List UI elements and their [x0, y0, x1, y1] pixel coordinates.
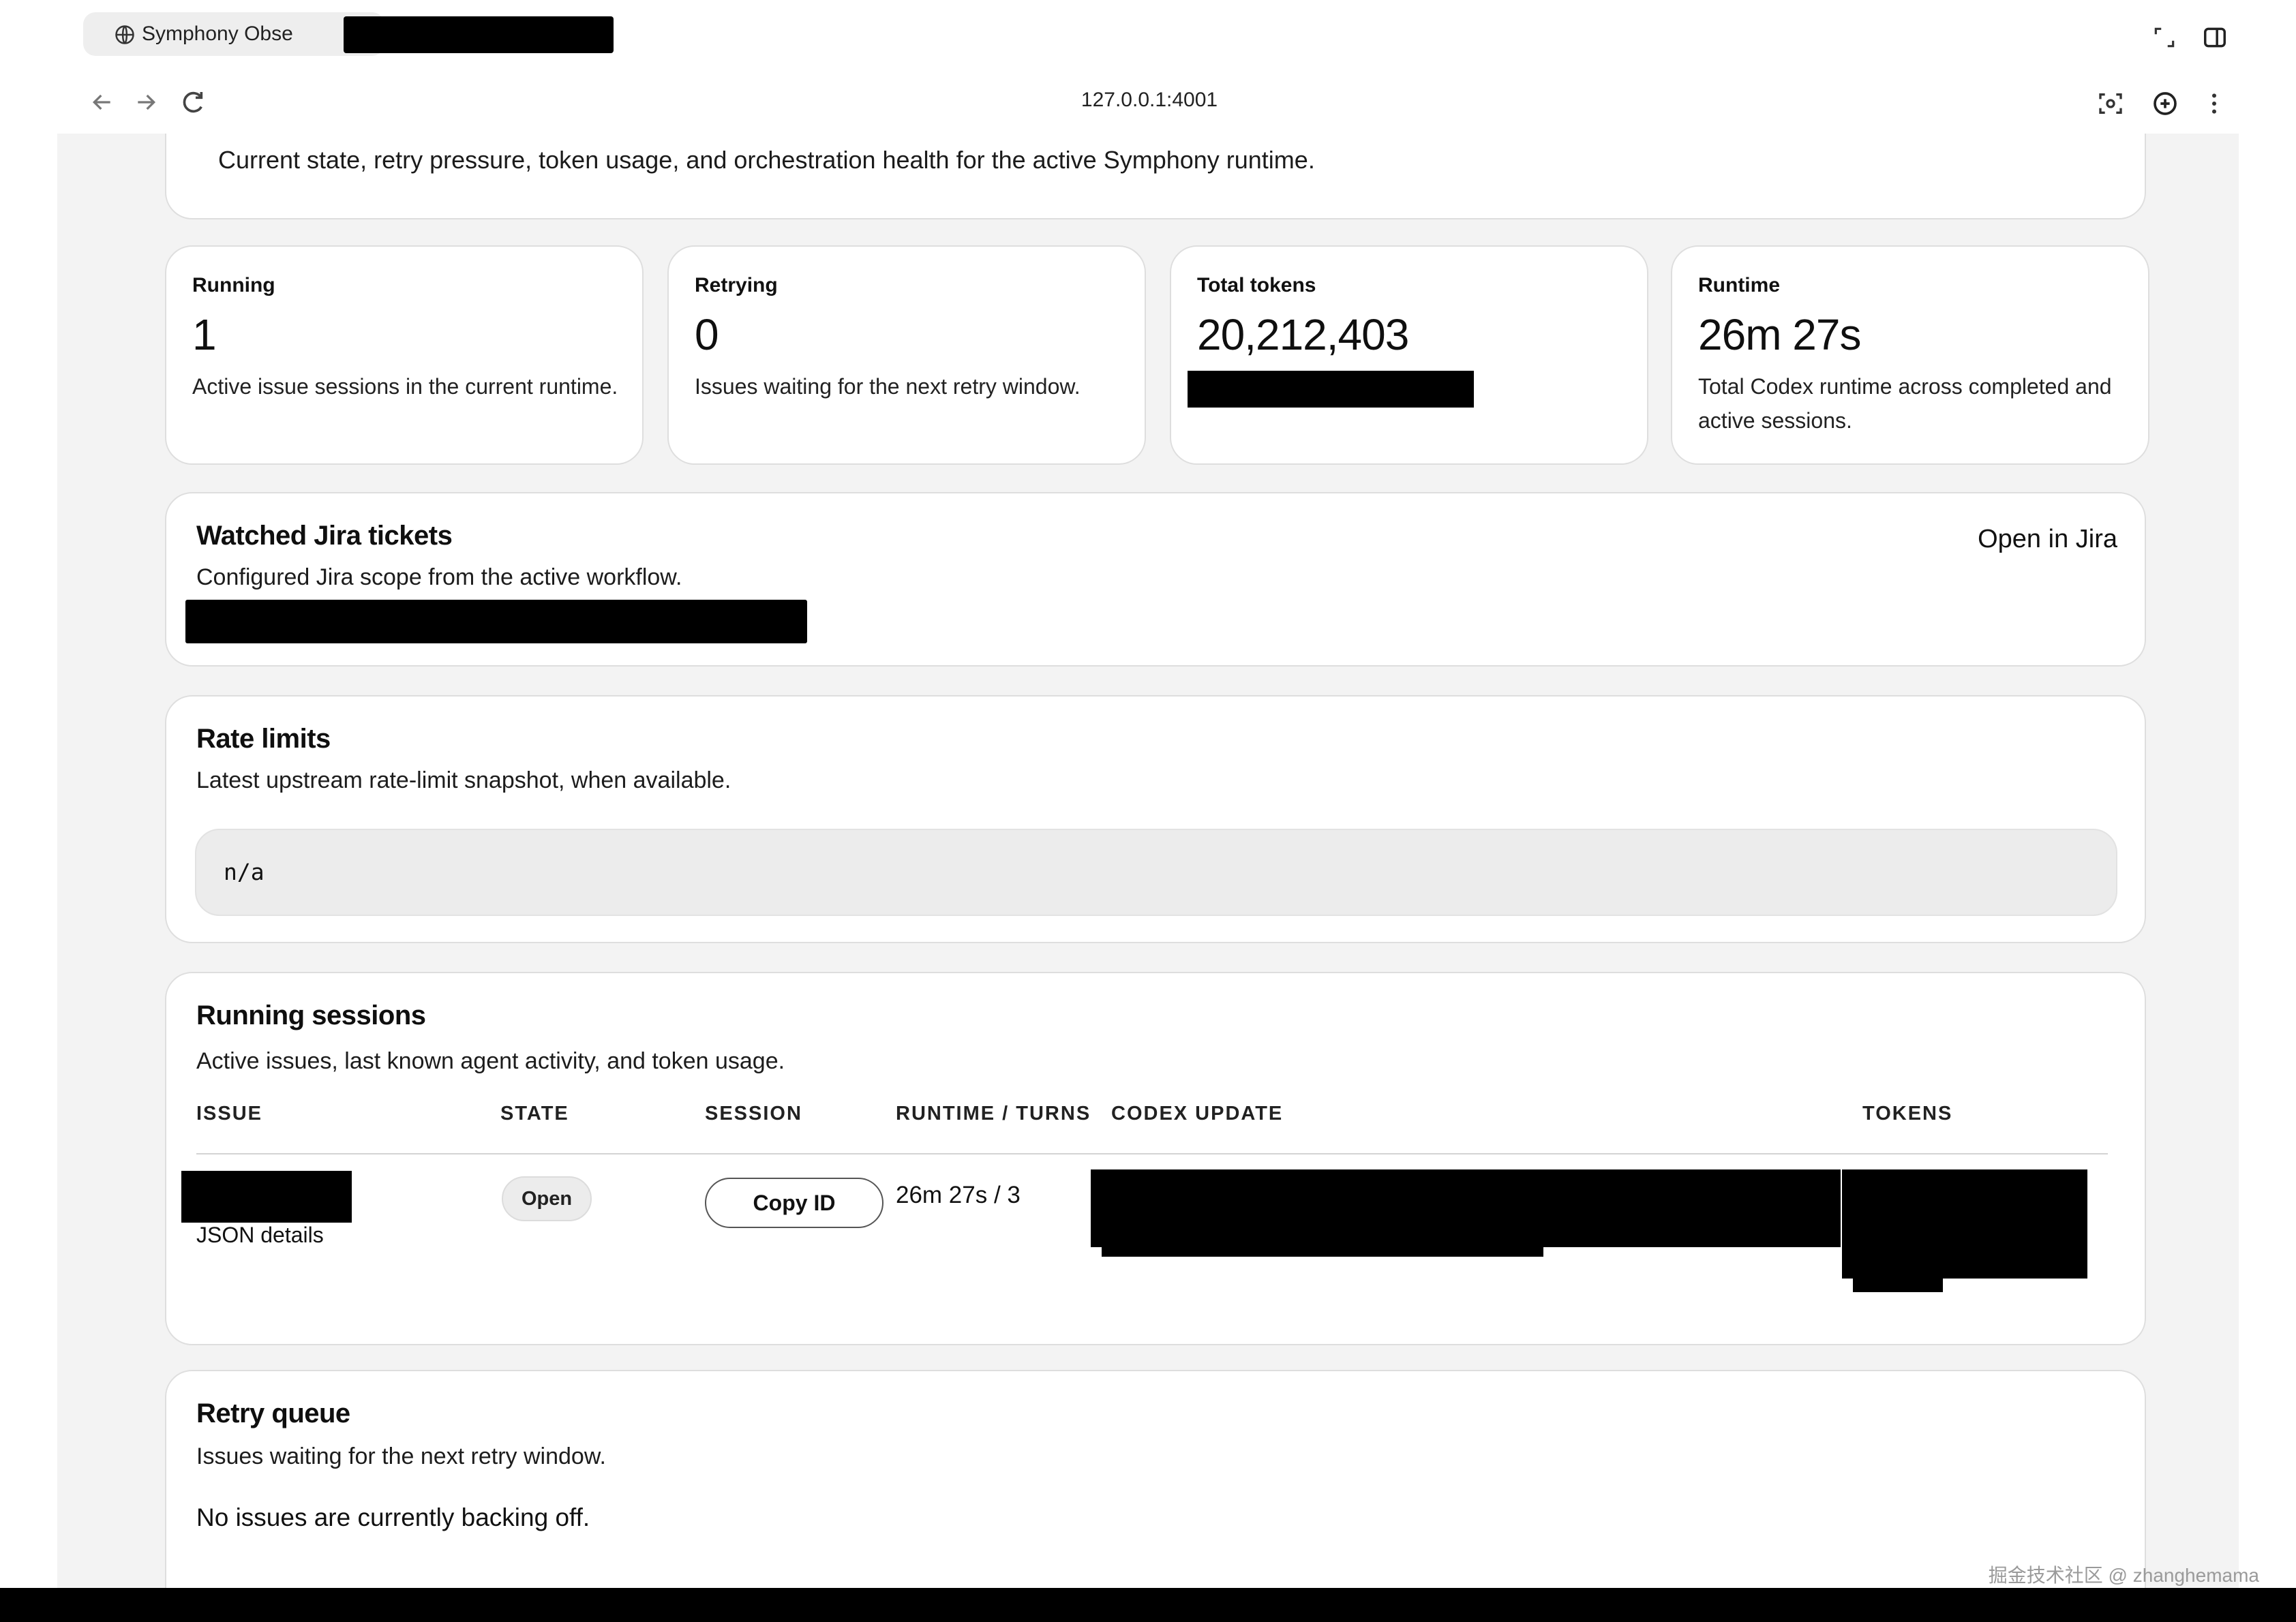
redacted-block: [1188, 371, 1474, 408]
runtime-turns-value: 26m 27s / 3: [896, 1182, 1021, 1208]
section-description: Active issues, last known agent activity…: [196, 1048, 785, 1074]
tab-strip: Symphony Obse: [59, 0, 2240, 68]
metric-value: 26m 27s: [1698, 310, 1861, 359]
column-header-tokens: TOKENS: [1862, 1103, 1953, 1124]
redacted-tokens-line: [1853, 1273, 1943, 1292]
tab-title: Symphony Obse: [142, 22, 293, 45]
section-description: Latest upstream rate-limit snapshot, whe…: [196, 767, 731, 793]
section-title: Retry queue: [196, 1398, 350, 1428]
metric-value: 20,212,403: [1197, 310, 1409, 359]
metric-label: Runtime: [1698, 274, 1780, 296]
section-description: Configured Jira scope from the active wo…: [196, 564, 682, 590]
section-description: Issues waiting for the next retry window…: [196, 1443, 606, 1469]
metric-label: Running: [192, 274, 275, 296]
metric-label: Total tokens: [1197, 274, 1316, 296]
metric-card-runtime: Runtime 26m 27s Total Codex runtime acro…: [1671, 245, 2149, 465]
rate-limit-snapshot: n/a: [195, 829, 2117, 916]
metric-card-retrying: Retrying 0 Issues waiting for the next r…: [667, 245, 1146, 465]
browser-chrome: Symphony Obse 127.0.0.1:4001: [59, 0, 2240, 134]
metric-description: Total Codex runtime across completed and…: [1698, 374, 2112, 433]
table-divider: [196, 1153, 2108, 1154]
new-tab-plus-icon[interactable]: [2151, 90, 2179, 117]
column-header-session: SESSION: [705, 1103, 802, 1124]
bottom-redaction-bar: [0, 1588, 2296, 1622]
state-badge: Open: [502, 1176, 592, 1221]
rate-limit-value: n/a: [224, 859, 265, 885]
column-header-issue: ISSUE: [196, 1103, 263, 1124]
jira-card: Watched Jira tickets Configured Jira sco…: [165, 492, 2146, 667]
retry-queue-card: Retry queue Issues waiting for the next …: [165, 1370, 2146, 1589]
column-header-runtime-turns: RUNTIME / TURNS: [896, 1103, 1091, 1124]
address-toolbar: 127.0.0.1:4001: [59, 75, 2240, 129]
section-title: Running sessions: [196, 1000, 426, 1030]
page-content: Current state, retry pressure, token usa…: [57, 134, 2239, 1589]
redacted-tab: [344, 16, 614, 53]
metric-description: Active issue sessions in the current run…: [192, 374, 618, 399]
screenshot-icon[interactable]: [2097, 90, 2124, 117]
empty-state-message: No issues are currently backing off.: [196, 1503, 590, 1531]
metric-card-running: Running 1 Active issue sessions in the c…: [165, 245, 644, 465]
section-title: Watched Jira tickets: [196, 521, 453, 551]
hero-subtitle: Current state, retry pressure, token usa…: [218, 146, 1315, 174]
redacted-codex-update-line: [1102, 1232, 1543, 1257]
metric-value: 1: [192, 310, 217, 359]
redacted-block: [185, 600, 807, 643]
open-in-jira-link[interactable]: Open in Jira: [1978, 525, 2117, 554]
copy-id-button[interactable]: Copy ID: [705, 1178, 883, 1228]
metric-value: 0: [695, 310, 719, 359]
browser-tab[interactable]: Symphony Obse: [83, 12, 384, 56]
sidebar-toggle-icon[interactable]: [2202, 25, 2228, 50]
column-header-state: STATE: [500, 1103, 569, 1124]
rate-limits-card: Rate limits Latest upstream rate-limit s…: [165, 695, 2146, 943]
column-header-codex-update: CODEX UPDATE: [1111, 1103, 1284, 1124]
watermark: 掘金技术社区 @ zhanghemama: [1988, 1565, 2259, 1586]
metric-card-total-tokens: Total tokens 20,212,403: [1170, 245, 1648, 465]
json-details-link[interactable]: JSON details: [196, 1223, 324, 1248]
restore-icon[interactable]: [2151, 25, 2177, 50]
redacted-issue-id: [181, 1171, 352, 1223]
metric-label: Retrying: [695, 274, 778, 296]
metric-description: Issues waiting for the next retry window…: [695, 374, 1081, 399]
section-title: Rate limits: [196, 724, 331, 754]
redacted-tokens: [1842, 1169, 2087, 1279]
running-sessions-card: Running sessions Active issues, last kno…: [165, 972, 2146, 1345]
hero-card: Current state, retry pressure, token usa…: [165, 134, 2146, 219]
address-bar[interactable]: 127.0.0.1:4001: [59, 89, 2240, 112]
more-menu-icon[interactable]: [2201, 90, 2228, 117]
globe-icon: [115, 25, 134, 44]
